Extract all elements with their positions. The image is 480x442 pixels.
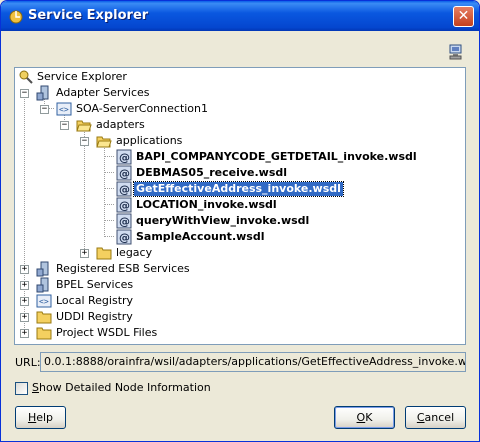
- show-details-checkbox[interactable]: [15, 382, 28, 395]
- folder-icon: [96, 247, 112, 260]
- collapse-toggle-icon[interactable]: −: [20, 89, 29, 98]
- tree-node-label: queryWithView_invoke.wsdl: [136, 214, 310, 227]
- wsdl-file-icon: @: [116, 149, 132, 165]
- url-label: URL:: [15, 356, 41, 369]
- tree-node-label: GetEffectiveAddress_invoke.wsdl: [133, 181, 344, 197]
- tree-node-label: legacy: [116, 246, 153, 259]
- svg-text:<>: <>: [39, 297, 49, 306]
- server-icon: [36, 277, 49, 293]
- show-details-label-rest: how Detailed Node Information: [38, 381, 211, 394]
- collapse-toggle-icon[interactable]: −: [40, 105, 49, 114]
- tree-line: [104, 188, 114, 189]
- tree-node-label: LOCATION_invoke.wsdl: [136, 198, 277, 211]
- tree-node-label: adapters: [96, 118, 145, 131]
- tree-node-label: BAPI_COMPANYCODE_GETDETAIL_invoke.wsdl: [136, 150, 417, 163]
- window-title: Service Explorer: [28, 8, 149, 23]
- folder-icon: [36, 311, 52, 324]
- wsdl-file-icon: @: [116, 229, 132, 245]
- wsdl-file-icon: @: [116, 165, 132, 181]
- help-button[interactable]: Help: [15, 406, 66, 429]
- expand-toggle-icon[interactable]: +: [20, 313, 29, 322]
- service-tree[interactable]: Service Explorer − Adapter Services − <>…: [14, 67, 466, 345]
- refresh-server-icon[interactable]: [448, 44, 464, 60]
- tree-node-label: Service Explorer: [37, 70, 127, 83]
- tree-node-label: Local Registry: [56, 294, 134, 307]
- tree-node-label: UDDI Registry: [56, 310, 133, 323]
- svg-text:@: @: [119, 215, 130, 228]
- ok-label-rest: K: [365, 411, 373, 424]
- mnemonic-o: O: [356, 411, 366, 424]
- tree-node-label: DEBMAS05_receive.wsdl: [136, 166, 288, 179]
- expand-toggle-icon[interactable]: +: [80, 249, 89, 258]
- url-field[interactable]: 0.0.1:8888/orainfra/wsil/adapters/applic…: [40, 352, 466, 372]
- tree-node-label: SampleAccount.wsdl: [136, 230, 265, 243]
- svg-text:@: @: [119, 231, 130, 244]
- expand-toggle-icon[interactable]: +: [20, 329, 29, 338]
- tree-node-label: Adapter Services: [56, 86, 150, 99]
- ok-button[interactable]: OK: [334, 406, 395, 429]
- tree-line: [84, 130, 85, 251]
- service-explorer-dialog: Service Explorer ✕ Service Explorer − Ad…: [0, 0, 480, 442]
- cancel-label-rest: ancel: [424, 411, 455, 424]
- collapse-toggle-icon[interactable]: −: [60, 121, 69, 130]
- expand-toggle-icon[interactable]: +: [20, 281, 29, 290]
- tree-node-label: Project WSDL Files: [56, 326, 158, 339]
- server-icon: [36, 85, 49, 101]
- tree-line: [24, 90, 25, 330]
- wsdl-file-icon: @: [116, 213, 132, 229]
- tree-line: [104, 156, 114, 157]
- app-icon: [9, 10, 23, 24]
- wsdl-file-icon: @: [116, 197, 132, 213]
- expand-toggle-icon[interactable]: +: [20, 297, 29, 306]
- server-icon: [36, 261, 49, 277]
- mnemonic-s: S: [32, 381, 39, 394]
- tree-line: [104, 146, 105, 235]
- tree-node-label: SOA-ServerConnection1: [76, 102, 209, 115]
- mnemonic-h: H: [27, 411, 37, 424]
- expand-toggle-icon[interactable]: +: [20, 265, 29, 274]
- show-details-label[interactable]: Show Detailed Node Information: [32, 381, 211, 394]
- title-bar[interactable]: Service Explorer ✕: [1, 1, 479, 31]
- tree-node-label: Registered ESB Services: [56, 262, 190, 275]
- tree-line: [104, 204, 114, 205]
- registry-icon: <>: [36, 294, 52, 308]
- svg-text:@: @: [119, 183, 130, 196]
- wsdl-file-icon: @: [116, 181, 132, 197]
- help-label-rest: elp: [36, 411, 54, 424]
- service-explorer-icon: [19, 70, 33, 84]
- cancel-button[interactable]: Cancel: [405, 406, 466, 429]
- tree-line: [104, 236, 114, 237]
- svg-text:@: @: [119, 199, 130, 212]
- tree-line: [104, 172, 114, 173]
- tree-node-label: applications: [116, 134, 183, 147]
- svg-text:<>: <>: [59, 105, 69, 114]
- mnemonic-c: C: [416, 411, 425, 424]
- close-button[interactable]: ✕: [453, 6, 474, 27]
- folder-open-icon: [96, 136, 112, 148]
- tree-line: [104, 220, 114, 221]
- folder-icon: [36, 327, 52, 340]
- folder-open-icon: [76, 120, 92, 132]
- tree-node-label: BPEL Services: [56, 278, 134, 291]
- collapse-toggle-icon[interactable]: −: [80, 137, 89, 146]
- svg-text:@: @: [119, 151, 130, 164]
- connection-icon: <>: [56, 102, 72, 116]
- svg-text:@: @: [119, 167, 130, 180]
